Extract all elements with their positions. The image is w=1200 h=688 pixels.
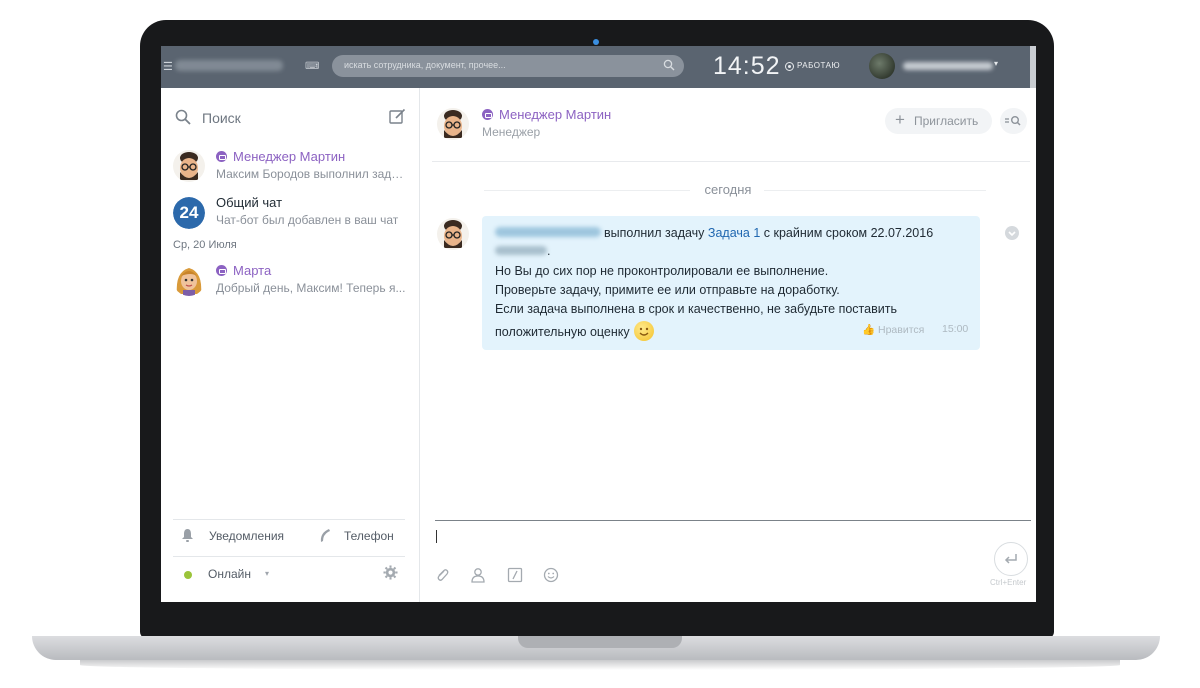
user-avatar[interactable] — [869, 53, 895, 79]
laptop-shadow — [80, 660, 1120, 670]
work-status-label[interactable]: РАБОТАЮ — [797, 61, 840, 70]
online-status-icon — [184, 571, 192, 579]
message-time: 15:00 — [942, 323, 969, 335]
phone-button[interactable]: Телефон — [344, 529, 394, 543]
chat-title: Общий чат — [216, 195, 283, 210]
work-status-icon — [785, 62, 794, 71]
divider — [764, 190, 986, 191]
send-button[interactable] — [994, 542, 1028, 576]
user-name-blurred — [495, 227, 601, 237]
gear-icon[interactable] — [383, 565, 398, 580]
chat-list-item[interactable]: Марта Добрый день, Максим! Теперь я... — [161, 263, 419, 304]
message-input[interactable] — [435, 520, 1031, 521]
divider — [173, 556, 405, 557]
chat-sidebar: Поиск Менеджер Мартин Максим Бородов вып… — [161, 88, 420, 602]
avatar[interactable] — [437, 108, 469, 140]
chevron-down-icon[interactable]: ▾ — [265, 569, 269, 578]
new-chat-icon[interactable] — [389, 108, 406, 125]
notifications-button[interactable]: Уведомления — [209, 529, 284, 543]
plus-icon: + — [895, 110, 905, 129]
sidebar-search-input[interactable]: Поиск — [202, 110, 241, 126]
global-search-input[interactable]: искать сотрудника, документ, прочее... — [332, 55, 684, 77]
message-line: . — [495, 244, 550, 258]
divider — [432, 161, 1030, 162]
smile-icon[interactable] — [543, 567, 559, 583]
message-line: положительную оценку — [495, 321, 654, 341]
menu-icon[interactable]: ☰ — [163, 60, 173, 73]
text-cursor — [436, 530, 437, 543]
avatar — [173, 150, 205, 182]
keyboard-icon[interactable]: ⌨ — [305, 61, 319, 72]
smile-emoji-icon — [633, 321, 654, 341]
avatar[interactable] — [437, 218, 469, 250]
chat-panel: Менеджер Мартин Менеджер + Пригласить се… — [420, 88, 1036, 602]
message-line: выполнил задачу Задача 1 с крайним сроко… — [495, 226, 933, 240]
chevron-down-icon[interactable]: ▾ — [994, 59, 998, 68]
date-divider: сегодня — [704, 182, 752, 197]
chat-preview: Максим Бородов выполнил задачу... — [216, 167, 406, 181]
divider — [484, 190, 690, 191]
global-search-placeholder: искать сотрудника, документ, прочее... — [344, 60, 506, 70]
clock[interactable]: 14:52 — [713, 52, 781, 81]
laptop-base-notch — [518, 636, 682, 648]
divider — [173, 519, 405, 520]
chat-preview: Чат-бот был добавлен в ваш чат — [216, 213, 399, 227]
app-screen: ☰ ⌨ искать сотрудника, документ, прочее.… — [161, 46, 1036, 602]
blurred-text — [495, 246, 547, 255]
avatar: 24 — [173, 197, 205, 229]
bot-icon — [216, 265, 227, 276]
message-line: Но Вы до сих пор не проконтролировали ее… — [495, 264, 829, 278]
chat-list-item[interactable]: Менеджер Мартин Максим Бородов выполнил … — [161, 149, 419, 190]
user-name-blurred[interactable] — [903, 62, 993, 70]
portal-name-blurred — [175, 60, 283, 71]
chat-title: Марта — [216, 263, 271, 278]
message-bubble: выполнил задачу Задача 1 с крайним сроко… — [482, 216, 980, 350]
chat-header-title[interactable]: Менеджер Мартин — [482, 107, 611, 122]
chat-list-item[interactable]: 24 Общий чат Чат-бот был добавлен в ваш … — [161, 195, 419, 237]
chat-header-subtitle: Менеджер — [482, 125, 541, 139]
search-icon[interactable] — [663, 59, 675, 71]
bell-icon[interactable] — [181, 528, 194, 542]
like-button[interactable]: 👍 Нравится — [862, 323, 924, 336]
command-icon[interactable] — [507, 567, 523, 583]
task-link[interactable]: Задача 1 — [708, 226, 760, 240]
scrollbar[interactable] — [1030, 46, 1036, 88]
chat-title: Менеджер Мартин — [216, 149, 345, 164]
search-icon[interactable] — [175, 109, 191, 125]
paperclip-icon[interactable] — [434, 567, 450, 583]
bot-icon — [482, 109, 493, 120]
general-chat-badge: 24 — [173, 197, 205, 229]
chat-preview: Добрый день, Максим! Теперь я... — [216, 281, 406, 295]
status-selector[interactable]: Онлайн — [208, 567, 251, 581]
avatar — [173, 264, 205, 296]
search-list-icon — [1005, 115, 1021, 126]
bot-icon — [216, 151, 227, 162]
send-hint: Ctrl+Enter — [990, 578, 1027, 587]
phone-icon[interactable] — [319, 528, 335, 543]
invite-button[interactable]: + Пригласить — [885, 108, 992, 134]
message-line: Проверьте задачу, примите ее или отправь… — [495, 283, 840, 297]
enter-icon — [1004, 554, 1017, 564]
date-separator: Ср, 20 Июля — [173, 239, 237, 251]
laptop-camera — [593, 39, 599, 45]
user-icon[interactable] — [470, 567, 486, 583]
chevron-down-icon[interactable] — [1005, 226, 1019, 240]
top-bar: ☰ ⌨ искать сотрудника, документ, прочее.… — [161, 46, 1036, 88]
message-line: Если задача выполнена в срок и качествен… — [495, 302, 897, 316]
invite-label: Пригласить — [914, 114, 979, 128]
chat-search-button[interactable] — [1000, 108, 1027, 134]
